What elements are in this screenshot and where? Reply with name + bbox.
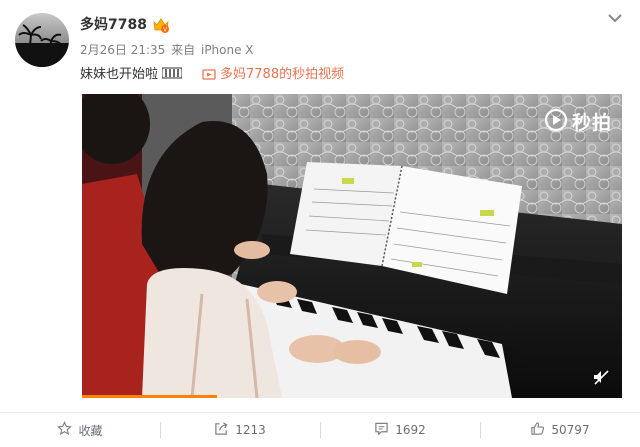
favorite-label: 收藏 xyxy=(78,423,103,438)
vip-crown-icon[interactable]: V xyxy=(152,16,170,34)
username[interactable]: 多妈7788 xyxy=(80,15,147,35)
miaopai-label: 秒拍 xyxy=(571,112,612,134)
chevron-down-icon[interactable] xyxy=(606,10,624,24)
emoji-icon xyxy=(161,67,183,85)
like-icon xyxy=(530,421,545,439)
star-icon xyxy=(57,421,73,439)
video-link-label: 多妈7788的秒拍视频 xyxy=(220,67,345,82)
comment-count: 1692 xyxy=(395,423,426,437)
like-button[interactable]: 50797 xyxy=(480,413,640,447)
video-icon xyxy=(202,68,216,86)
avatar[interactable] xyxy=(15,13,69,67)
miaopai-watermark: 秒拍 xyxy=(544,108,612,138)
post-text: 妹妹也开始啦 xyxy=(80,66,183,85)
video-player[interactable]: 秒拍 xyxy=(82,94,622,398)
source-prefix: 来自 xyxy=(171,43,196,57)
comment-icon xyxy=(374,421,389,439)
video-progress-bar[interactable] xyxy=(82,395,217,398)
avatar-image xyxy=(15,24,69,67)
share-count: 1213 xyxy=(235,423,266,437)
share-button[interactable]: 1213 xyxy=(160,413,320,447)
share-icon xyxy=(214,421,229,439)
like-count: 50797 xyxy=(551,423,590,437)
video-link[interactable]: 多妈7788的秒拍视频 xyxy=(202,66,344,86)
post-source[interactable]: iPhone X xyxy=(201,43,254,57)
video-frame xyxy=(82,94,622,398)
post-date[interactable]: 2月26日 21:35 xyxy=(80,43,165,57)
mute-icon[interactable] xyxy=(592,368,610,386)
miaopai-icon xyxy=(544,108,568,138)
post-text-content: 妹妹也开始啦 xyxy=(80,67,159,82)
comment-button[interactable]: 1692 xyxy=(320,413,480,447)
action-bar: 收藏 1213 1692 50797 xyxy=(0,412,640,447)
post-meta: 2月26日 21:35 来自 iPhone X xyxy=(80,42,256,58)
favorite-button[interactable]: 收藏 xyxy=(0,413,160,447)
